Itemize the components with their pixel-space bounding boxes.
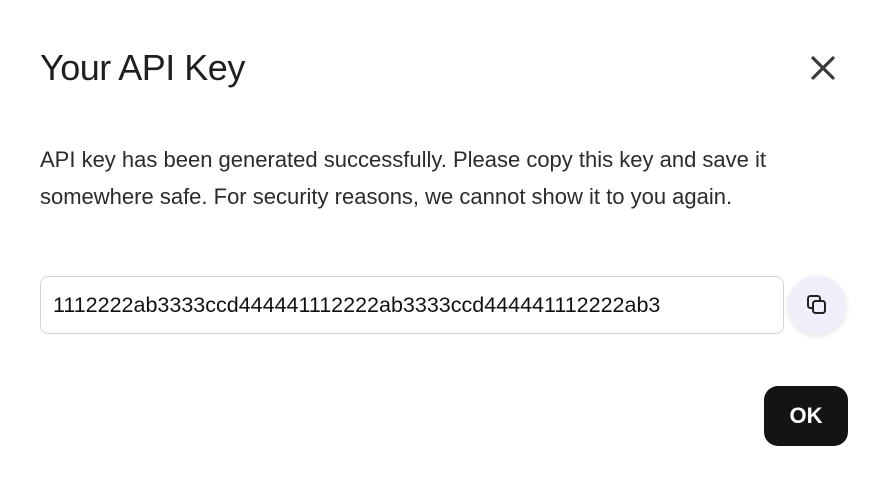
api-key-field[interactable]: [40, 276, 784, 334]
copy-button[interactable]: [788, 276, 846, 334]
close-icon: [811, 56, 835, 80]
api-key-dialog: Your API Key API key has been generated …: [0, 0, 884, 482]
dialog-title: Your API Key: [40, 47, 245, 88]
copy-icon: [807, 295, 826, 314]
ok-button[interactable]: OK: [764, 386, 848, 446]
close-button[interactable]: [803, 48, 843, 88]
dialog-message: API key has been generated successfully.…: [40, 147, 766, 209]
